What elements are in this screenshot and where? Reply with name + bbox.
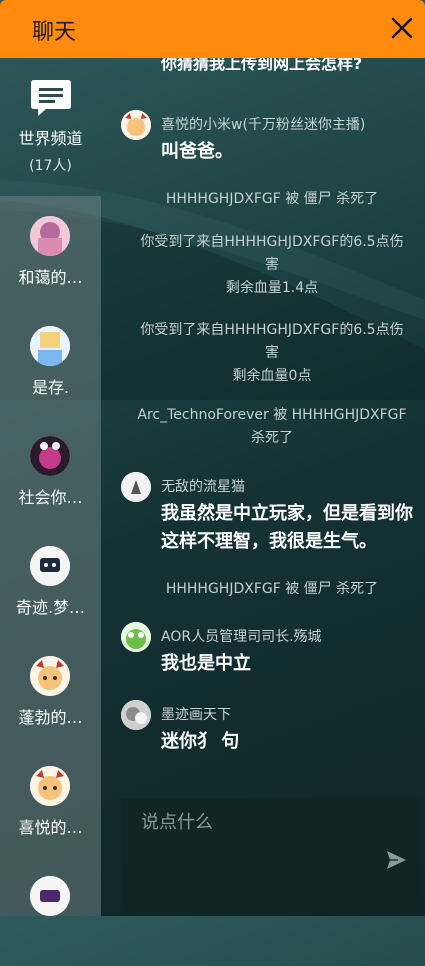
message-input[interactable] [121,798,421,916]
avatar[interactable] [121,472,151,502]
avatar [30,876,70,916]
chat-message-area: 你猜猜我上传到网上会怎样? 喜悦的小米w(千万粉丝迷你主播) 叫爸爸。 HHHH… [101,58,425,916]
chat-message: 墨迹画天下 迷你犭 句 [121,700,425,760]
message-text: 你猜猜我上传到网上会怎样? [161,58,363,73]
message-text: 我虽然是中立玩家，但是看到你这样不理智，我很是生气。 [161,503,413,552]
message-input-box [121,798,421,916]
contact-item[interactable]: 社会你… [0,416,101,526]
contact-item[interactable]: 和蔼的… [0,196,101,306]
avatar[interactable] [121,700,151,730]
contact-name: 和蔼的… [18,268,83,287]
chat-header: 聊天 [0,0,425,58]
system-message: HHHHGHJDXFGF 被 僵尸 杀死了 [165,191,379,207]
sender-name: 喜悦的小米w(千万粉丝迷你主播) [161,117,366,133]
contact-name: 是存. [31,378,70,397]
sender-name: AOR人员管理司司长.殇城 [161,629,322,645]
avatar [30,436,70,476]
system-line: 害 [265,345,279,361]
page-title: 聊天 [32,20,77,45]
system-message: 你受到了来自HHHHGHJDXFGF的6.5点伤 害 剩余血量1.4点 [117,231,425,300]
system-line: 杀死了 [251,430,293,446]
avatar [30,216,70,256]
avatar[interactable] [121,110,151,140]
avatar[interactable] [121,622,151,652]
avatar [30,766,70,806]
contact-name: 奇迹.梦… [15,598,86,617]
system-message: HHHHGHJDXFGF 被 僵尸 杀死了 [165,581,379,597]
contact-list: 和蔼的… 是存. 社会你… 奇迹.梦… 蓬勃的… 喜悦的… [0,196,101,916]
sender-name: 无敌的流星猫 [161,479,245,495]
system-line: 剩余血量0点 [232,368,312,384]
contact-item[interactable]: 是存. [0,306,101,416]
chat-message: AOR人员管理司司长.殇城 我也是中立 [121,622,425,682]
contact-name: 蓬勃的… [18,708,83,727]
avatar [30,546,70,586]
contact-item[interactable]: 喜悦的… [0,746,101,856]
chat-bubble-icon [31,80,71,116]
message-text: 叫爸爸。 [161,141,233,162]
world-channel-count: (17人) [29,158,72,174]
contact-name: 喜悦的… [18,818,83,837]
world-channel-item[interactable]: 世界频道 (17人) [0,58,101,196]
contact-item[interactable] [0,856,101,966]
close-icon[interactable] [387,13,417,43]
system-message: 你受到了来自HHHHGHJDXFGF的6.5点伤 害 剩余血量0点 [117,319,425,388]
channel-sidebar: 世界频道 (17人) 和蔼的… 是存. 社会你… 奇迹.梦… 蓬勃的… 喜悦的… [0,58,101,916]
system-message: Arc_TechnoForever 被 HHHHGHJDXFGF 杀死了 [117,404,425,450]
system-line: Arc_TechnoForever 被 HHHHGHJDXFGF [137,407,407,423]
chat-message: 喜悦的小米w(千万粉丝迷你主播) 叫爸爸。 [121,110,425,170]
sender-name: 墨迹画天下 [161,707,231,723]
message-text: 迷你犭 句 [161,731,240,752]
send-icon[interactable] [384,848,408,872]
system-line: 你受到了来自HHHHGHJDXFGF的6.5点伤 [140,322,404,338]
system-line: 剩余血量1.4点 [225,280,319,296]
contact-item[interactable]: 蓬勃的… [0,636,101,746]
contact-name: 社会你… [18,488,83,507]
system-line: 你受到了来自HHHHGHJDXFGF的6.5点伤 [140,234,404,250]
avatar [30,656,70,696]
message-text: 我也是中立 [161,653,251,674]
system-line: 害 [265,257,279,273]
world-channel-label: 世界频道 [18,129,83,148]
avatar [30,326,70,366]
chat-message: 无敌的流星猫 我虽然是中立玩家，但是看到你这样不理智，我很是生气。 [121,472,425,562]
contact-item[interactable]: 奇迹.梦… [0,526,101,636]
